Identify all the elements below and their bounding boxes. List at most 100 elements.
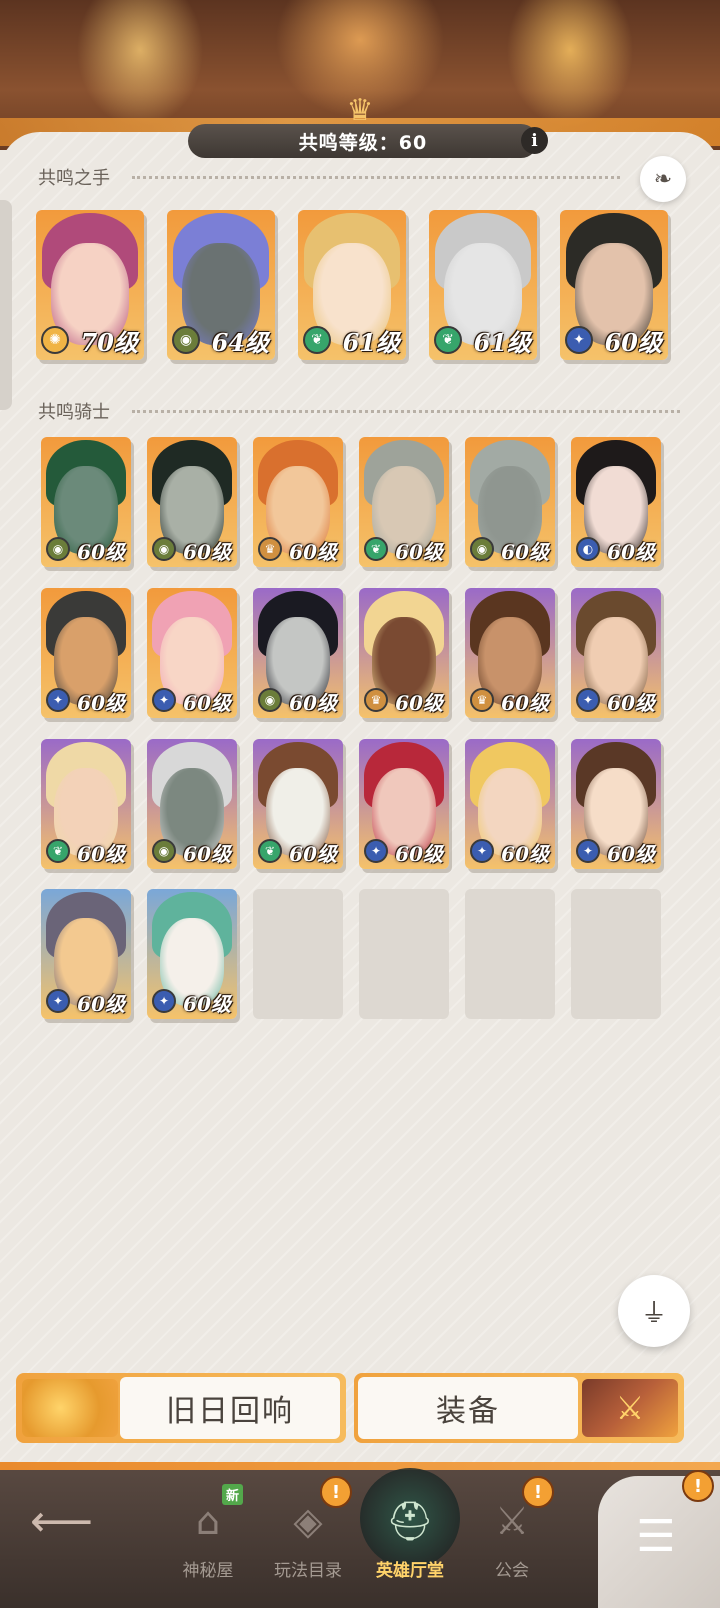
hero-level: 60级 <box>183 992 231 1016</box>
alert-badge: ! <box>320 1476 352 1508</box>
hero-level: 60级 <box>607 842 655 866</box>
resonance-level: 共鸣等级：60 <box>188 124 538 158</box>
back-arrow-icon[interactable]: ⟵ <box>30 1496 100 1547</box>
hero-level: 60级 <box>77 992 125 1016</box>
hero-level: 61级 <box>342 328 400 357</box>
element-icon: ♛ <box>258 537 282 561</box>
element-icon: ◉ <box>152 537 176 561</box>
hero-level: 60级 <box>289 540 337 564</box>
hero-card[interactable]: ♛ 60级 <box>465 588 555 718</box>
hero-level: 60级 <box>604 328 662 357</box>
hero-level: 60级 <box>501 842 549 866</box>
element-icon: ◉ <box>152 839 176 863</box>
element-icon: ❦ <box>434 326 462 354</box>
element-icon: ◉ <box>172 326 200 354</box>
info-button[interactable]: i <box>521 127 548 154</box>
hero-level: 60级 <box>183 691 231 715</box>
hero-level: 70级 <box>80 328 138 357</box>
hero-level: 60级 <box>77 691 125 715</box>
hero-level: 60级 <box>289 842 337 866</box>
element-icon: ♛ <box>470 688 494 712</box>
hero-card[interactable]: ✦ 60级 <box>465 739 555 869</box>
element-icon: ♛ <box>364 688 388 712</box>
hero-card[interactable]: ✺ 70级 <box>36 210 144 360</box>
element-icon: ❦ <box>364 537 388 561</box>
empty-hero-slot <box>571 889 661 1019</box>
element-icon: ❦ <box>258 839 282 863</box>
hero-card[interactable]: ❦ 60级 <box>41 739 131 869</box>
empty-hero-slot <box>465 889 555 1019</box>
nav-guild[interactable]: ⚔ 公会 ! <box>452 1476 572 1608</box>
hero-level: 60级 <box>183 540 231 564</box>
hero-card[interactable]: ✦ 60级 <box>560 210 668 360</box>
element-icon: ✦ <box>470 839 494 863</box>
section-title-knights: 共鸣骑士 <box>38 402 110 423</box>
wing-icon[interactable]: ❧ <box>640 156 686 202</box>
hero-card[interactable]: ◉ 60级 <box>41 437 131 567</box>
hero-card[interactable]: ❦ 61级 <box>429 210 537 360</box>
hero-card[interactable]: ❦ 60级 <box>359 437 449 567</box>
element-icon: ✦ <box>576 839 600 863</box>
helmet-icon: ⛑ <box>385 1498 435 1543</box>
side-drawer-handle[interactable] <box>0 200 12 410</box>
new-badge: 新 <box>222 1484 244 1505</box>
hero-card[interactable]: ✦ 60级 <box>571 588 661 718</box>
equip-label: 装备 <box>358 1377 578 1439</box>
hero-card[interactable]: ✦ 60级 <box>359 739 449 869</box>
menu-icon: ☰ <box>636 1510 676 1562</box>
hero-level: 60级 <box>607 540 655 564</box>
hero-card[interactable]: ◐ 60级 <box>571 437 661 567</box>
hero-card[interactable]: ✦ 60级 <box>41 588 131 718</box>
hero-level: 60级 <box>501 691 549 715</box>
alert-badge: ! <box>522 1476 554 1508</box>
echo-button[interactable]: 旧日回响 <box>16 1373 346 1443</box>
element-icon: ❦ <box>303 326 331 354</box>
section-divider <box>132 410 680 413</box>
hero-card[interactable]: ♛ 60级 <box>253 437 343 567</box>
element-icon: ✦ <box>576 688 600 712</box>
hero-card[interactable]: ◉ 60级 <box>147 739 237 869</box>
equip-button[interactable]: 装备 ⚔ <box>354 1373 684 1443</box>
empty-hero-slot <box>253 889 343 1019</box>
hero-level: 60级 <box>395 691 443 715</box>
hero-level: 60级 <box>607 691 655 715</box>
element-icon: ✦ <box>46 989 70 1013</box>
hero-card[interactable]: ◉ 60级 <box>465 437 555 567</box>
element-icon: ✦ <box>565 326 593 354</box>
element-icon: ◉ <box>258 688 282 712</box>
hero-card[interactable]: ❦ 60级 <box>253 739 343 869</box>
empty-hero-slot <box>359 889 449 1019</box>
hero-level: 60级 <box>395 540 443 564</box>
echo-label: 旧日回响 <box>120 1377 340 1439</box>
hero-card[interactable]: ♛ 60级 <box>359 588 449 718</box>
hero-level: 60级 <box>395 842 443 866</box>
menu-button[interactable]: ☰ ! <box>598 1470 720 1608</box>
hero-card[interactable]: ✦ 60级 <box>147 889 237 1019</box>
hero-card[interactable]: ❦ 61级 <box>298 210 406 360</box>
section-divider <box>132 176 620 179</box>
hero-card[interactable]: ✦ 60级 <box>571 739 661 869</box>
alert-badge: ! <box>682 1470 714 1502</box>
nav-label: 公会 <box>495 1561 529 1581</box>
hero-card[interactable]: ✦ 60级 <box>147 588 237 718</box>
hero-level: 64级 <box>211 328 269 357</box>
element-icon: ✦ <box>152 989 176 1013</box>
element-icon: ❦ <box>46 839 70 863</box>
element-icon: ✦ <box>46 688 70 712</box>
filter-button[interactable]: ⏚ <box>618 1275 690 1347</box>
element-icon: ◉ <box>46 537 70 561</box>
element-icon: ◐ <box>576 537 600 561</box>
filter-icon: ⏚ <box>640 1298 667 1329</box>
hero-card[interactable]: ◉ 60级 <box>253 588 343 718</box>
hero-card[interactable]: ◉ 64级 <box>167 210 275 360</box>
hero-card[interactable]: ✦ 60级 <box>41 889 131 1019</box>
echo-icon <box>22 1379 118 1437</box>
hero-level: 60级 <box>77 842 125 866</box>
hero-level: 60级 <box>501 540 549 564</box>
element-icon: ◉ <box>470 537 494 561</box>
element-icon: ✦ <box>364 839 388 863</box>
hero-card[interactable]: ◉ 60级 <box>147 437 237 567</box>
hero-level: 61级 <box>473 328 531 357</box>
element-icon: ✦ <box>152 688 176 712</box>
element-icon: ✺ <box>41 326 69 354</box>
